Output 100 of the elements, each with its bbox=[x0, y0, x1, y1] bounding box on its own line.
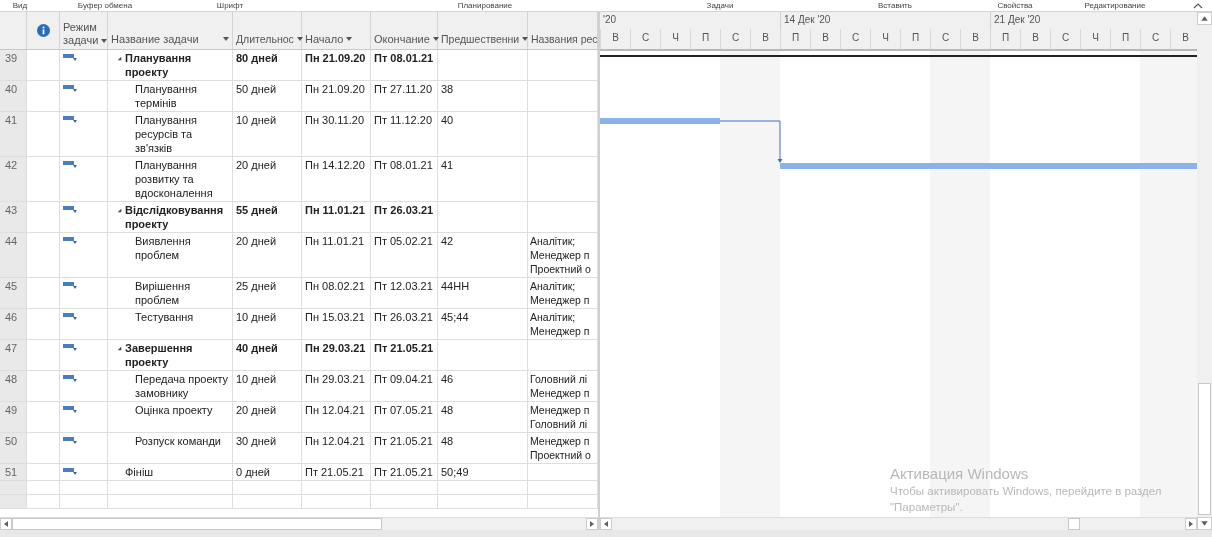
scroll-up-icon[interactable] bbox=[1197, 12, 1212, 25]
table-row[interactable]: 44 Виявлення проблем 20 дней Пн 11.01.21 Пт 05.02.21 42 Аналітик; Менеджер п Проектний о bbox=[0, 233, 598, 278]
dropdown-arrow-icon[interactable] bbox=[345, 35, 354, 43]
task-name: Відслідковування проекту bbox=[125, 203, 225, 231]
task-duration: 30 дней bbox=[236, 435, 277, 447]
task-name: Планування ресурсів та зв'язків bbox=[135, 113, 198, 155]
table-row[interactable]: 51 Фініш 0 дней Пт 21.05.21 Пт 21.05.21 50;49 bbox=[0, 464, 598, 481]
scrollbar-thumb[interactable] bbox=[1068, 518, 1080, 530]
auto-schedule-icon bbox=[63, 467, 78, 476]
column-header[interactable]: Предшественни bbox=[438, 12, 528, 49]
predecessors: 48 bbox=[441, 404, 454, 416]
table-row[interactable]: 47 Завершення проекту 40 дней Пн 29.03.21 Пт 21.05.21 bbox=[0, 340, 598, 371]
collapse-icon[interactable] bbox=[117, 55, 122, 61]
predecessors: 42 bbox=[441, 235, 454, 247]
dropdown-arrow-icon[interactable] bbox=[521, 35, 530, 43]
row-number: 39 bbox=[0, 50, 27, 80]
auto-schedule-icon bbox=[63, 236, 78, 245]
task-name: Планування проекту bbox=[125, 51, 193, 79]
dropdown-arrow-icon[interactable] bbox=[431, 35, 440, 43]
day-label: П bbox=[1110, 29, 1140, 49]
row-number: 41 bbox=[0, 112, 27, 156]
table-row[interactable]: 46 Тестування 10 дней Пн 15.03.21 Пт 26.03.21 45;44 Аналітик; Менеджер п bbox=[0, 309, 598, 340]
table-row[interactable]: 45 Вирішення проблем 25 дней Пн 08.02.21 Пт 12.03.21 44НН Аналітик; Менеджер п bbox=[0, 278, 598, 309]
task-duration: 25 дней bbox=[236, 280, 277, 292]
task-finish-date: Пт 27.11.20 bbox=[374, 83, 432, 95]
link-arrow bbox=[719, 120, 783, 163]
row-number: 45 bbox=[0, 278, 27, 308]
day-label: П bbox=[780, 29, 810, 49]
resource-name: Менеджер п bbox=[530, 434, 591, 448]
day-label: В bbox=[750, 29, 780, 49]
auto-schedule-icon bbox=[63, 281, 78, 290]
task-finish-date: Пт 26.03.21 bbox=[374, 311, 433, 323]
task-start-date: Пн 29.03.21 bbox=[305, 373, 365, 385]
resource-name: Проектний о bbox=[530, 448, 592, 462]
task-name: Передача проекту замовнику bbox=[135, 372, 230, 400]
column-header[interactable]: Окончание bbox=[371, 12, 438, 49]
vertical-scrollbar[interactable] bbox=[1197, 12, 1212, 530]
collapse-icon[interactable] bbox=[117, 207, 122, 213]
resource-name: Головний лі bbox=[530, 417, 589, 431]
scroll-down-icon[interactable] bbox=[1197, 517, 1212, 530]
dropdown-arrow-icon[interactable] bbox=[100, 37, 109, 45]
auto-schedule-icon bbox=[63, 53, 78, 62]
auto-schedule-icon bbox=[63, 84, 78, 93]
task-duration: 0 дней bbox=[236, 466, 270, 478]
scrollbar-thumb[interactable] bbox=[1198, 383, 1211, 515]
dropdown-arrow-icon[interactable] bbox=[222, 35, 230, 43]
table-row[interactable]: 50 Розпуск команди 30 дней Пн 12.04.21 Пт 21.05.21 48 Менеджер п Проектний о bbox=[0, 433, 598, 464]
task-name: Фініш bbox=[125, 465, 155, 479]
predecessors: 41 bbox=[441, 159, 454, 171]
auto-schedule-icon bbox=[63, 436, 78, 445]
table-row[interactable]: 41 Планування ресурсів та зв'язків 10 дней Пн 30.11.20 Пт 11.12.20 40 bbox=[0, 112, 598, 157]
row-number: 44 bbox=[0, 233, 27, 277]
scroll-right-icon[interactable] bbox=[1185, 518, 1197, 530]
collapse-icon[interactable] bbox=[117, 345, 122, 351]
scrollbar-thumb[interactable] bbox=[12, 518, 382, 530]
task-finish-date: Пт 05.02.21 bbox=[374, 235, 433, 247]
task-duration: 10 дней bbox=[236, 114, 277, 126]
predecessors: 44НН bbox=[441, 280, 470, 292]
column-header[interactable]: Начало bbox=[302, 12, 371, 49]
task-start-date: Пн 11.01.21 bbox=[305, 235, 365, 247]
column-header[interactable]: Название задачи bbox=[108, 12, 233, 49]
ribbon-group-label: Планирование bbox=[456, 0, 514, 11]
table-row[interactable]: 43 Відслідковування проекту 55 дней Пн 11.01.21 Пт 26.03.21 bbox=[0, 202, 598, 233]
resource-name: Аналітик; bbox=[530, 310, 577, 324]
day-label: Ч bbox=[1080, 29, 1110, 49]
column-header[interactable]: Режим задачи bbox=[60, 12, 108, 49]
ribbon-group-label: Редактирование bbox=[1083, 0, 1147, 11]
table-row[interactable]: 48 Передача проекту замовнику 10 дней Пн 29.03.21 Пт 09.04.21 46 Головний лі Менеджер п bbox=[0, 371, 598, 402]
task-duration: 80 дней bbox=[236, 52, 278, 64]
table-row[interactable]: 42 Планування розвитку та вдосконалення 20 дней Пн 14.12.20 Пт 08.01.21 41 bbox=[0, 157, 598, 202]
task-name: Розпуск команди bbox=[135, 434, 222, 448]
column-header[interactable]: Названия рес bbox=[528, 12, 598, 49]
predecessors: 45;44 bbox=[441, 311, 469, 323]
ribbon-group-label: Задачи bbox=[705, 0, 735, 11]
day-label: Ч bbox=[870, 29, 900, 49]
predecessors: 40 bbox=[441, 114, 454, 126]
horizontal-scrollbar[interactable] bbox=[600, 517, 1197, 530]
column-header[interactable]: Длительнос bbox=[233, 12, 302, 49]
activation-title: Активация Windows bbox=[890, 464, 1030, 483]
day-label: П bbox=[900, 29, 930, 49]
task-finish-date: Пт 21.05.21 bbox=[374, 435, 433, 447]
day-label: П bbox=[990, 29, 1020, 49]
table-row[interactable]: 39 Планування проекту 80 дней Пн 21.09.20 Пт 08.01.21 bbox=[0, 50, 598, 81]
task-name: Тестування bbox=[135, 310, 195, 324]
table-row[interactable]: 49 Оцінка проекту 20 дней Пн 12.04.21 Пт 07.05.21 48 Менеджер п Головний лі bbox=[0, 402, 598, 433]
week-label: 21 Дек '20 bbox=[994, 14, 1041, 25]
horizontal-scrollbar[interactable] bbox=[0, 517, 598, 530]
week-label: '20 bbox=[603, 14, 617, 25]
scroll-left-icon[interactable] bbox=[600, 518, 612, 530]
task-finish-date: Пт 08.01.21 bbox=[374, 52, 434, 64]
dropdown-arrow-icon[interactable] bbox=[295, 35, 304, 43]
task-start-date: Пн 15.03.21 bbox=[305, 311, 365, 323]
resource-name: Аналітик; bbox=[530, 279, 577, 293]
scroll-left-icon[interactable] bbox=[0, 518, 12, 530]
day-label: С bbox=[1140, 29, 1170, 49]
task-start-date: Пн 12.04.21 bbox=[305, 435, 365, 447]
table-row[interactable]: 40 Планування термінів 50 дней Пн 21.09.20 Пт 27.11.20 38 bbox=[0, 81, 598, 112]
task-start-date: Пн 11.01.21 bbox=[305, 204, 365, 216]
row-number: 43 bbox=[0, 202, 27, 232]
scroll-right-icon[interactable] bbox=[586, 518, 598, 530]
